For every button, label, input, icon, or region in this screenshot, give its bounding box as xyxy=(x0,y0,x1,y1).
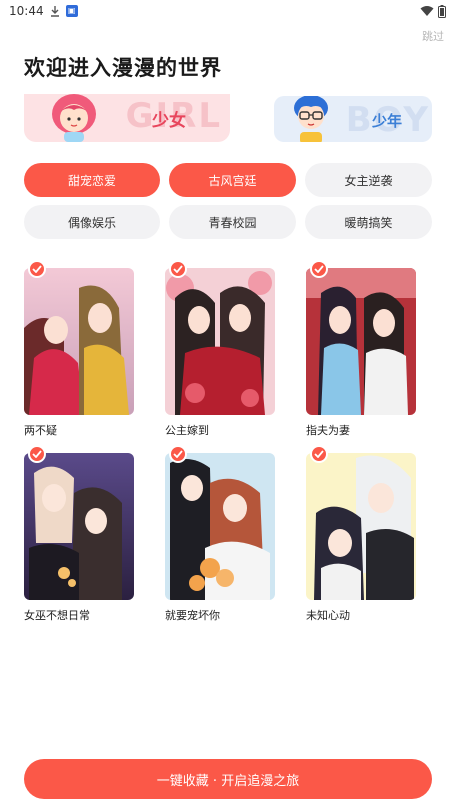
status-system-icons xyxy=(420,4,446,18)
status-notifications: ▣ xyxy=(50,5,78,17)
book-card[interactable]: 未知心动 xyxy=(306,445,416,623)
collect-all-button[interactable]: 一键收藏 · 开启追漫之旅 xyxy=(24,759,432,799)
checkmark-icon[interactable] xyxy=(28,445,46,463)
book-title: 未知心动 xyxy=(306,609,350,622)
book-card[interactable]: 公主嫁到 xyxy=(165,260,275,438)
skip-button[interactable]: 跳过 xyxy=(422,28,444,44)
boy-avatar-icon xyxy=(294,96,328,142)
girl-avatar-icon xyxy=(52,94,96,142)
book-cover[interactable] xyxy=(165,268,275,415)
book-title: 两不疑 xyxy=(24,424,57,437)
book-title: 指夫为妻 xyxy=(306,424,350,437)
book-card[interactable]: 两不疑 xyxy=(24,260,134,438)
gender-card-girl[interactable]: GIRL 少女 xyxy=(24,94,230,142)
tag-ancient-palace[interactable]: 古风宫廷 xyxy=(169,163,296,197)
book-card[interactable]: 就要宠坏你 xyxy=(165,445,275,623)
boy-label: 少年 xyxy=(372,112,403,130)
tag-cute-comedy[interactable]: 暖萌搞笑 xyxy=(305,205,432,239)
status-bar: 10:44 ▣ xyxy=(0,0,456,22)
book-card[interactable]: 女巫不想日常 xyxy=(24,445,134,623)
checkmark-icon[interactable] xyxy=(28,260,46,278)
app-notification-icon: ▣ xyxy=(65,5,78,17)
book-cover[interactable] xyxy=(306,268,416,415)
tag-romance[interactable]: 甜宠恋爱 xyxy=(24,163,160,197)
book-cover[interactable] xyxy=(24,453,134,600)
gender-card-boy[interactable]: BOY 少年 xyxy=(274,96,432,142)
checkmark-icon[interactable] xyxy=(169,260,187,278)
checkmark-icon[interactable] xyxy=(310,260,328,278)
book-title: 公主嫁到 xyxy=(165,424,209,437)
girl-label: 少女 xyxy=(152,111,186,131)
tag-campus-youth[interactable]: 青春校园 xyxy=(169,205,296,239)
checkmark-icon[interactable] xyxy=(169,445,187,463)
book-cover[interactable] xyxy=(306,453,416,600)
download-icon xyxy=(50,6,59,17)
book-title: 女巫不想日常 xyxy=(24,609,90,622)
battery-icon xyxy=(438,4,446,18)
page-title: 欢迎进入漫漫的世界 xyxy=(24,56,222,80)
checkmark-icon[interactable] xyxy=(310,445,328,463)
book-title: 就要宠坏你 xyxy=(165,609,220,622)
book-cover[interactable] xyxy=(165,453,275,600)
book-cover[interactable] xyxy=(24,268,134,415)
book-card[interactable]: 指夫为妻 xyxy=(306,260,416,438)
status-time: 10:44 xyxy=(9,4,44,18)
wifi-icon xyxy=(420,6,434,16)
tag-heroine-comeback[interactable]: 女主逆袭 xyxy=(305,163,432,197)
tag-idol-entertainment[interactable]: 偶像娱乐 xyxy=(24,205,160,239)
